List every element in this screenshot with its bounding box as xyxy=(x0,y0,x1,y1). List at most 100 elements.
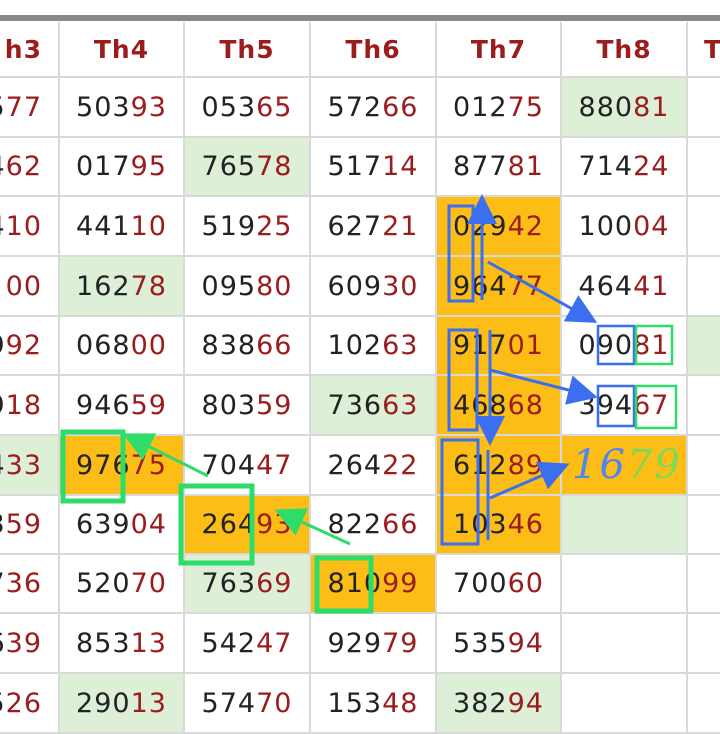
result-cell: 102 63 xyxy=(311,317,437,376)
cell-last-two-digits: 79 xyxy=(382,627,419,659)
result-cell: 441 10 xyxy=(60,197,185,257)
result-cell: 736 xyxy=(0,555,60,614)
cell-leading-digits: 609 xyxy=(327,270,383,302)
result-cell: 162 78 xyxy=(60,257,185,317)
result-cell: 877 81 xyxy=(437,138,562,197)
cell-last-two-digits: 62 xyxy=(5,151,42,182)
cell-leading-digits: 627 xyxy=(327,210,383,242)
result-cell xyxy=(688,614,720,674)
handwritten-note: 1679 xyxy=(572,442,682,488)
cell-last-two-digits: 47 xyxy=(256,627,293,659)
result-cell xyxy=(562,496,688,555)
cell-last-two-digits: 92 xyxy=(5,330,42,361)
cell-last-two-digits: 59 xyxy=(5,509,42,540)
note-blue-part: 16 xyxy=(572,442,627,488)
result-cell: 290 13 xyxy=(60,674,185,734)
cell-leading-digits: 382 xyxy=(453,687,508,719)
result-cell: 468 68 xyxy=(437,376,562,436)
cell-leading-digits: 012 xyxy=(453,91,508,123)
result-cell: 264 93 xyxy=(185,496,311,555)
cell-last-two-digits: 77 xyxy=(5,91,42,123)
result-cell: 462 xyxy=(0,138,60,197)
result-cell: 639 04 xyxy=(60,496,185,555)
cell-last-two-digits: 10 xyxy=(130,210,167,242)
result-cell: 012 75 xyxy=(437,78,562,138)
cell-last-two-digits: 36 xyxy=(5,568,42,599)
cell-last-two-digits: 66 xyxy=(256,330,293,361)
result-cell: 714 24 xyxy=(562,138,688,197)
result-cell xyxy=(688,138,720,197)
cell-last-two-digits: 66 xyxy=(382,509,419,540)
cell-leading-digits: 765 xyxy=(201,151,257,182)
result-cell: 803 59 xyxy=(185,376,311,436)
cell-last-two-digits: 24 xyxy=(633,151,670,182)
result-cell: 090 81 xyxy=(562,317,688,376)
cell-last-two-digits: 22 xyxy=(382,449,419,481)
result-cell xyxy=(562,614,688,674)
cell-last-two-digits: 00 xyxy=(130,330,167,361)
result-cell: 736 63 xyxy=(311,376,437,436)
cell-last-two-digits: 42 xyxy=(507,210,544,242)
result-cell: 929 79 xyxy=(311,614,437,674)
note-green-part: 79 xyxy=(626,442,682,488)
cell-last-two-digits: 48 xyxy=(382,687,419,719)
cell-leading-digits: 612 xyxy=(453,449,508,481)
cell-leading-digits: 029 xyxy=(453,210,508,242)
cell-last-two-digits: 94 xyxy=(507,627,544,659)
cell-last-two-digits: 67 xyxy=(633,389,670,421)
cell-leading-digits: 100 xyxy=(578,210,634,242)
result-cell: 946 59 xyxy=(60,376,185,436)
cell-leading-digits: 822 xyxy=(327,509,383,540)
result-cell: 382 94 xyxy=(437,674,562,734)
cell-last-two-digits: 81 xyxy=(633,330,670,361)
cell-leading-digits: 468 xyxy=(453,389,508,421)
result-cell xyxy=(688,257,720,317)
column-header: Th4 xyxy=(60,22,185,78)
cell-last-two-digits: 25 xyxy=(256,210,293,242)
cell-leading-digits: 264 xyxy=(327,449,383,481)
result-cell: 017 95 xyxy=(60,138,185,197)
column-header: Th7 xyxy=(437,22,562,78)
result-cell: 00 xyxy=(0,257,60,317)
cell-last-two-digits: 70 xyxy=(256,687,293,719)
result-cell: 822 66 xyxy=(311,496,437,555)
cell-last-two-digits: 75 xyxy=(507,91,544,123)
cell-leading-digits: 290 xyxy=(76,687,131,719)
result-cell xyxy=(688,674,720,734)
result-cell xyxy=(688,496,720,555)
result-cell xyxy=(688,78,720,138)
column-header: T xyxy=(688,22,720,78)
cell-leading-digits: 441 xyxy=(76,210,131,242)
cell-last-two-digits: 99 xyxy=(382,568,419,599)
cell-leading-digits: 102 xyxy=(327,330,383,361)
result-cell: 700 60 xyxy=(437,555,562,614)
cell-last-two-digits: 93 xyxy=(130,91,167,123)
result-cell: 627 21 xyxy=(311,197,437,257)
result-cell: 264 22 xyxy=(311,436,437,496)
cell-leading-digits: 853 xyxy=(76,627,131,659)
cell-last-two-digits: 75 xyxy=(130,449,167,481)
cell-last-two-digits: 60 xyxy=(507,568,544,599)
cell-last-two-digits: 04 xyxy=(633,210,670,242)
cell-last-two-digits: 33 xyxy=(5,449,42,481)
cell-leading-digits: 394 xyxy=(578,389,634,421)
cell-last-two-digits: 21 xyxy=(382,210,419,242)
cell-last-two-digits: 13 xyxy=(130,687,167,719)
result-cell: 100 04 xyxy=(562,197,688,257)
cell-leading-digits: 103 xyxy=(453,509,508,540)
result-cell: 103 46 xyxy=(437,496,562,555)
result-cell: 612 89 xyxy=(437,436,562,496)
cell-last-two-digits: 13 xyxy=(130,627,167,659)
result-cell xyxy=(562,674,688,734)
result-cell: 880 81 xyxy=(562,78,688,138)
cell-last-two-digits: 01 xyxy=(507,330,544,361)
result-cell: 359 xyxy=(0,496,60,555)
cell-last-two-digits: 59 xyxy=(256,389,293,421)
cell-leading-digits: 017 xyxy=(76,151,131,182)
cell-leading-digits: 095 xyxy=(201,270,257,302)
result-cell: 574 70 xyxy=(185,674,311,734)
cell-leading-digits: 053 xyxy=(201,91,257,123)
cell-last-two-digits: 66 xyxy=(382,91,419,123)
result-cell xyxy=(688,317,720,376)
result-cell: 095 80 xyxy=(185,257,311,317)
